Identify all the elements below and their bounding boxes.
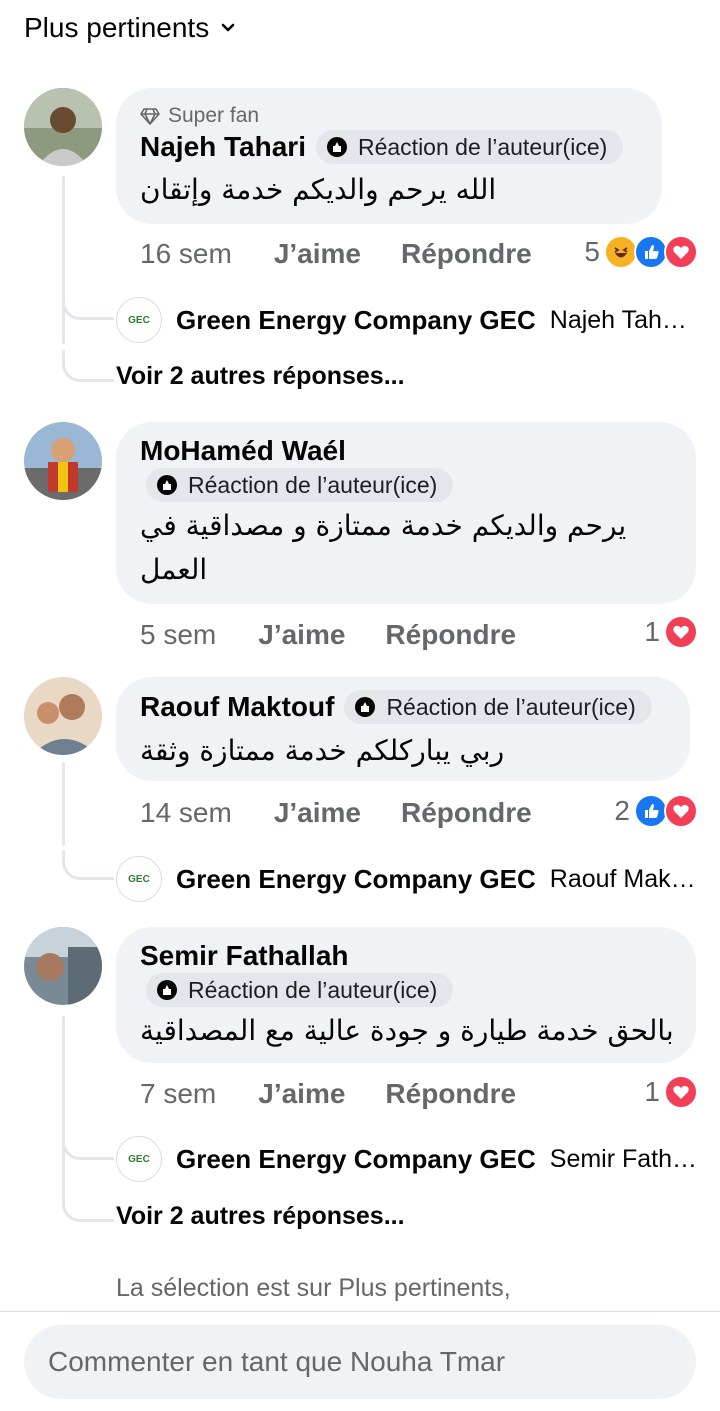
view-more-replies-link[interactable]: Voir 2 autres réponses... bbox=[116, 1202, 405, 1231]
thread-connector bbox=[62, 1190, 114, 1222]
reply-preview-text: Raouf Makt… bbox=[549, 864, 700, 893]
author-reaction-badge: Réaction de l’auteur(ice) bbox=[344, 690, 652, 724]
comment-timestamp[interactable]: 14 sem bbox=[140, 797, 232, 829]
sort-dropdown[interactable]: Plus pertinents bbox=[24, 10, 235, 46]
comment-text: ربي يباركلكم خدمة ممتازة وثقة bbox=[140, 734, 505, 767]
reply-preview-text: Najeh Taha… bbox=[549, 305, 700, 334]
love-reaction-icon bbox=[664, 235, 698, 269]
reaction-summary[interactable]: 2 bbox=[614, 794, 698, 828]
avatar[interactable] bbox=[24, 422, 102, 500]
reply-button[interactable]: Répondre bbox=[401, 238, 532, 270]
sort-label: Plus pertinents bbox=[24, 12, 210, 43]
comment-input[interactable]: Commenter en tant que Nouha Tmar bbox=[24, 1325, 696, 1399]
author-icon bbox=[157, 980, 177, 1000]
comment-bubble: Semir Fathallah Réaction de l’auteur(ice… bbox=[116, 927, 696, 1063]
gec-logo: GEC bbox=[116, 1136, 162, 1182]
reply-preview[interactable]: GEC Green Energy Company GEC Raouf Makt… bbox=[116, 855, 700, 903]
gec-logo: GEC bbox=[116, 297, 162, 343]
like-button[interactable]: J’aime bbox=[258, 619, 345, 651]
comment-author[interactable]: MoHaméd Waél bbox=[140, 435, 346, 466]
like-button[interactable]: J’aime bbox=[274, 797, 361, 829]
reply-preview[interactable]: GEC Green Energy Company GEC Najeh Taha… bbox=[116, 296, 700, 344]
author-reaction-badge: Réaction de l’auteur(ice) bbox=[146, 973, 454, 1007]
like-reaction-icon bbox=[634, 794, 668, 828]
reply-author[interactable]: Green Energy Company GEC bbox=[176, 305, 536, 336]
thread-line bbox=[62, 1016, 65, 1204]
reply-author[interactable]: Green Energy Company GEC bbox=[176, 1144, 536, 1175]
comment-bubble: Raouf Maktouf Réaction de l’auteur(ice) … bbox=[116, 677, 690, 781]
author-reaction-badge: Réaction de l’auteur(ice) bbox=[315, 130, 624, 164]
like-button[interactable]: J’aime bbox=[274, 238, 361, 270]
super-fan-badge: Super fan bbox=[140, 103, 259, 129]
thread-connector bbox=[62, 290, 114, 320]
comment-bubble: MoHaméd Waél Réaction de l’auteur(ice) ي… bbox=[116, 422, 696, 604]
thread-line bbox=[62, 176, 65, 344]
divider bbox=[0, 1311, 720, 1312]
thread-line bbox=[62, 762, 65, 846]
avatar[interactable] bbox=[24, 677, 102, 755]
diamond-icon bbox=[140, 108, 160, 125]
love-reaction-icon bbox=[664, 615, 698, 649]
haha-reaction-icon bbox=[604, 235, 638, 269]
comment-text: الله يرحم والديكم خدمة وإتقان bbox=[140, 173, 497, 206]
thread-connector bbox=[62, 350, 114, 382]
reply-preview[interactable]: GEC Green Energy Company GEC Semir Fath… bbox=[116, 1135, 700, 1183]
comment-author[interactable]: Najeh Tahari bbox=[140, 131, 306, 163]
comment-author[interactable]: Semir Fathallah bbox=[140, 940, 349, 971]
comment-author[interactable]: Raouf Maktouf bbox=[140, 691, 334, 723]
reply-button[interactable]: Répondre bbox=[385, 619, 516, 651]
reply-button[interactable]: Répondre bbox=[385, 1078, 516, 1110]
like-reaction-icon bbox=[634, 235, 668, 269]
reaction-summary[interactable]: 5 bbox=[584, 235, 698, 269]
author-reaction-badge: Réaction de l’auteur(ice) bbox=[146, 468, 454, 502]
author-icon bbox=[326, 137, 347, 157]
reaction-summary[interactable]: 1 bbox=[644, 1075, 698, 1109]
love-reaction-icon bbox=[664, 794, 698, 828]
gec-logo: GEC bbox=[116, 856, 162, 902]
avatar[interactable] bbox=[24, 927, 102, 1005]
comment-timestamp[interactable]: 7 sem bbox=[140, 1078, 216, 1110]
reply-preview-text: Semir Fath… bbox=[549, 1144, 698, 1173]
comment-text: بالحق خدمة طيارة و جودة عالية مع المصداق… bbox=[140, 1014, 674, 1047]
like-button[interactable]: J’aime bbox=[258, 1078, 345, 1110]
comment-timestamp[interactable]: 16 sem bbox=[140, 238, 232, 270]
love-reaction-icon bbox=[664, 1075, 698, 1109]
comment-bubble: Super fan Najeh Tahari Réaction de l’aut… bbox=[116, 88, 662, 224]
view-more-replies-link[interactable]: Voir 2 autres réponses... bbox=[116, 362, 405, 391]
selection-note: La sélection est sur Plus pertinents, bbox=[116, 1274, 511, 1302]
reply-button[interactable]: Répondre bbox=[401, 797, 532, 829]
avatar[interactable] bbox=[24, 88, 102, 166]
thread-connector bbox=[62, 1130, 114, 1160]
comment-text: يرحم والديكم خدمة ممتازة و مصداقية في ال… bbox=[140, 509, 627, 586]
thread-connector bbox=[62, 850, 114, 880]
reply-author[interactable]: Green Energy Company GEC bbox=[176, 864, 536, 895]
author-icon bbox=[355, 697, 376, 717]
author-icon bbox=[157, 475, 177, 495]
reaction-summary[interactable]: 1 bbox=[644, 615, 698, 649]
comment-timestamp[interactable]: 5 sem bbox=[140, 619, 216, 651]
comment-input-placeholder: Commenter en tant que Nouha Tmar bbox=[48, 1346, 506, 1377]
chevron-down-icon bbox=[221, 23, 235, 32]
